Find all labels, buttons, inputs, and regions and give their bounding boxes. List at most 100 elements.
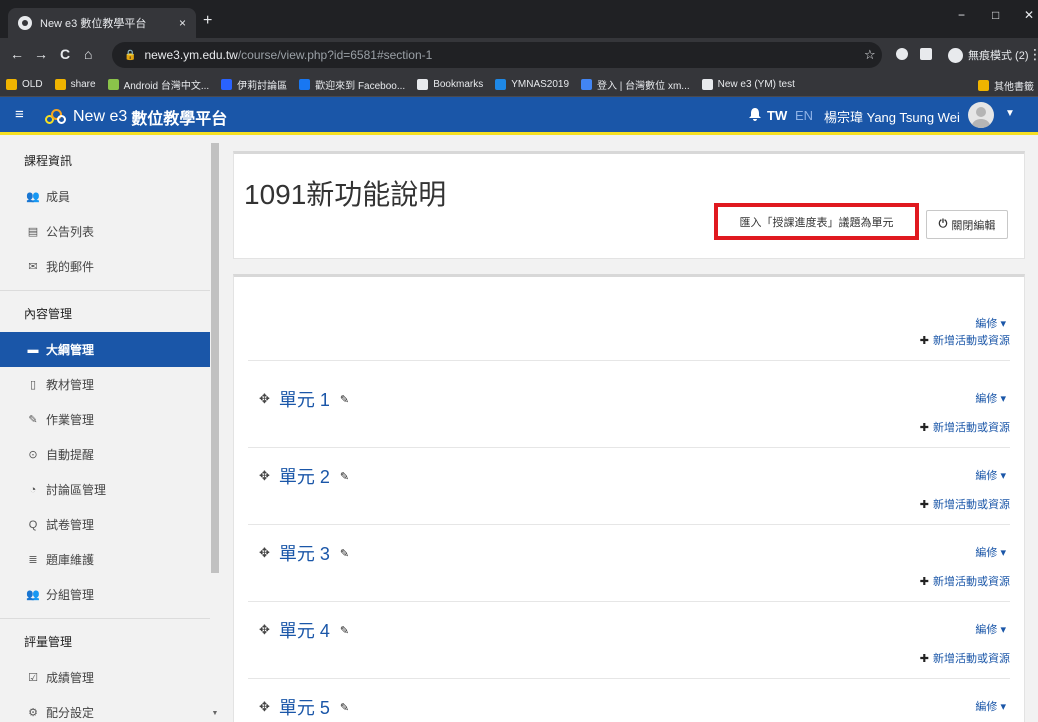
notification-bell-icon[interactable] [749, 108, 761, 124]
pencil-icon[interactable]: ✎ [340, 470, 349, 483]
section-name[interactable]: 單元 2 [279, 463, 330, 489]
section-title[interactable]: ✥ 單元 5 ✎ [259, 694, 349, 720]
sidebar-item[interactable]: ▯ 教材管理 [0, 367, 210, 402]
sidebar-item-icon: ☑ [28, 672, 38, 684]
site-brand[interactable]: New e3 數位教學平台 [45, 105, 227, 129]
turn-editing-off-button[interactable]: ⏻ 關閉編輯 [926, 210, 1008, 239]
menu-icon[interactable]: ≡ [15, 106, 24, 123]
sidebar-item[interactable]: ▤ 公告列表 [0, 214, 210, 249]
scroll-down-icon[interactable]: ▼ [210, 710, 220, 717]
power-icon: ⏻ [938, 218, 948, 230]
bookmark-item[interactable]: share [54, 78, 96, 90]
sidebar-item[interactable]: ◔ 討論區管理 [0, 472, 210, 507]
sidebar-item[interactable]: ✎ 作業管理 [0, 402, 210, 437]
section-name[interactable]: 單元 3 [279, 540, 330, 566]
bookmark-item[interactable]: 歡迎來到 Faceboo... [299, 77, 405, 92]
section-name[interactable]: 單元 1 [279, 386, 330, 412]
add-icon: ✚ [919, 335, 929, 347]
sidebar-item[interactable]: ≣ 題庫維護 [0, 542, 210, 577]
pencil-icon[interactable]: ✎ [340, 624, 349, 637]
site-favicon-icon [18, 16, 32, 30]
add-activity-link[interactable]: ✚ 新增活動或資源 [860, 496, 1010, 512]
bookmark-item[interactable]: 伊莉討論區 [221, 77, 287, 92]
sidebar-item-icon: ✉ [28, 261, 38, 273]
extension-icon[interactable] [896, 48, 908, 60]
section-edit-menu[interactable]: 編修 ▾ [900, 467, 1006, 483]
section-title[interactable]: ✥ 單元 2 ✎ [259, 463, 349, 489]
add-activity-link[interactable]: ✚ 新增活動或資源 [860, 573, 1010, 589]
section-title[interactable]: ✥ 單元 1 ✎ [259, 386, 349, 412]
section-title[interactable]: ✥ 單元 3 ✎ [259, 540, 349, 566]
browser-menu-icon[interactable]: ⋮ [1028, 46, 1038, 63]
forward-icon[interactable]: → [34, 46, 48, 62]
language-en-link[interactable]: EN [795, 108, 813, 123]
add-activity-link[interactable]: ✚ 新增活動或資源 [860, 650, 1010, 666]
browser-tab[interactable]: New e3 數位教學平台 × [8, 8, 196, 38]
sidebar-item[interactable]: ✉ 我的郵件 [0, 249, 210, 284]
section-edit-menu[interactable]: 編修 ▾ [900, 621, 1006, 637]
section-title[interactable]: ✥ 單元 4 ✎ [259, 617, 349, 643]
sidebar-item[interactable]: 👥 成員 [0, 179, 210, 214]
bookmark-item[interactable]: New e3 (YM) test [701, 78, 795, 90]
incognito-indicator[interactable]: 無痕模式 (2) [948, 47, 1029, 63]
move-icon[interactable]: ✥ [259, 545, 270, 561]
section-edit-menu[interactable]: 編修 ▾ [900, 390, 1006, 406]
sidebar-item-icon: ◔ [29, 483, 37, 496]
pencil-icon[interactable]: ✎ [340, 701, 349, 714]
brand-prefix: New e3 [73, 108, 128, 125]
user-menu-caret-icon[interactable]: ▼ [1005, 108, 1015, 119]
add-icon: ✚ [919, 499, 929, 511]
section-name[interactable]: 單元 5 [279, 694, 330, 720]
new-tab-button[interactable]: + [203, 12, 212, 30]
sidebar-item[interactable]: ☑ 成績管理 [0, 660, 210, 695]
bookmark-item[interactable]: OLD [6, 78, 43, 90]
back-icon[interactable]: ← [10, 46, 24, 62]
maximize-icon[interactable]: □ [992, 8, 999, 22]
bookmark-icon [54, 78, 66, 90]
sidebar-item-label: 公告列表 [46, 225, 95, 239]
bookmark-icon [581, 78, 593, 90]
pencil-icon[interactable]: ✎ [340, 547, 349, 560]
sidebar-item-label: 自動提醒 [46, 448, 95, 462]
move-icon[interactable]: ✥ [259, 622, 270, 638]
reload-icon[interactable]: C [60, 46, 70, 62]
bookmark-item[interactable]: 登入 | 台灣數位 xm... [581, 77, 690, 92]
sidebar-item[interactable]: 👥 分組管理 [0, 577, 210, 612]
import-syllabus-button[interactable]: 匯入「授課進度表」議題為單元 [714, 203, 919, 240]
incognito-icon [948, 47, 963, 63]
section-edit-menu[interactable]: 編修 ▾ [900, 315, 1006, 331]
add-activity-link[interactable]: ✚ 新增活動或資源 [860, 419, 1010, 435]
other-bookmarks-folder[interactable]: 其他書籤 [978, 78, 1034, 93]
sidebar-item-icon: Q [28, 518, 38, 531]
section-edit-menu[interactable]: 編修 ▾ [900, 698, 1006, 714]
close-window-icon[interactable]: ✕ [1024, 8, 1034, 22]
sidebar-item[interactable]: Q 試卷管理 [0, 507, 210, 542]
bookmark-item[interactable]: YMNAS2019 [495, 78, 569, 90]
puzzle-extension-icon[interactable] [920, 48, 932, 60]
sidebar-item[interactable]: ⚙ 配分設定 [0, 695, 210, 722]
sidebar-item[interactable]: ⊙ 自動提醒 [0, 437, 210, 472]
move-icon[interactable]: ✥ [259, 699, 270, 715]
sidebar-section-heading: 課程資訊 [24, 154, 73, 168]
pencil-icon[interactable]: ✎ [340, 393, 349, 406]
bookmark-item[interactable]: Android 台灣中文... [107, 77, 209, 92]
add-activity-link[interactable]: ✚ 新增活動或資源 [860, 332, 1010, 348]
bookmark-label: 歡迎來到 Faceboo... [315, 80, 406, 92]
move-icon[interactable]: ✥ [259, 391, 270, 407]
avatar[interactable] [968, 102, 994, 128]
sidebar-scrollbar-thumb[interactable] [211, 143, 219, 573]
tab-close-icon[interactable]: × [179, 16, 186, 30]
section-name[interactable]: 單元 4 [279, 617, 330, 643]
language-tw-link[interactable]: TW [767, 108, 787, 123]
minimize-icon[interactable]: − [958, 8, 965, 22]
section-divider [248, 678, 1010, 679]
home-icon[interactable]: ⌂ [84, 46, 92, 62]
url-input[interactable]: 🔒 newe3.ym.edu.tw /course/view.php?id=65… [112, 42, 882, 68]
move-icon[interactable]: ✥ [259, 468, 270, 484]
section-edit-menu[interactable]: 編修 ▾ [900, 544, 1006, 560]
user-name[interactable]: 楊宗瑋 Yang Tsung Wei [824, 107, 960, 126]
bookmark-item[interactable]: Bookmarks [417, 78, 483, 90]
bookmark-star-icon[interactable]: ☆ [864, 47, 876, 63]
sidebar-item[interactable]: ▬ 大綱管理 [0, 332, 210, 367]
sidebar-divider [0, 290, 210, 291]
